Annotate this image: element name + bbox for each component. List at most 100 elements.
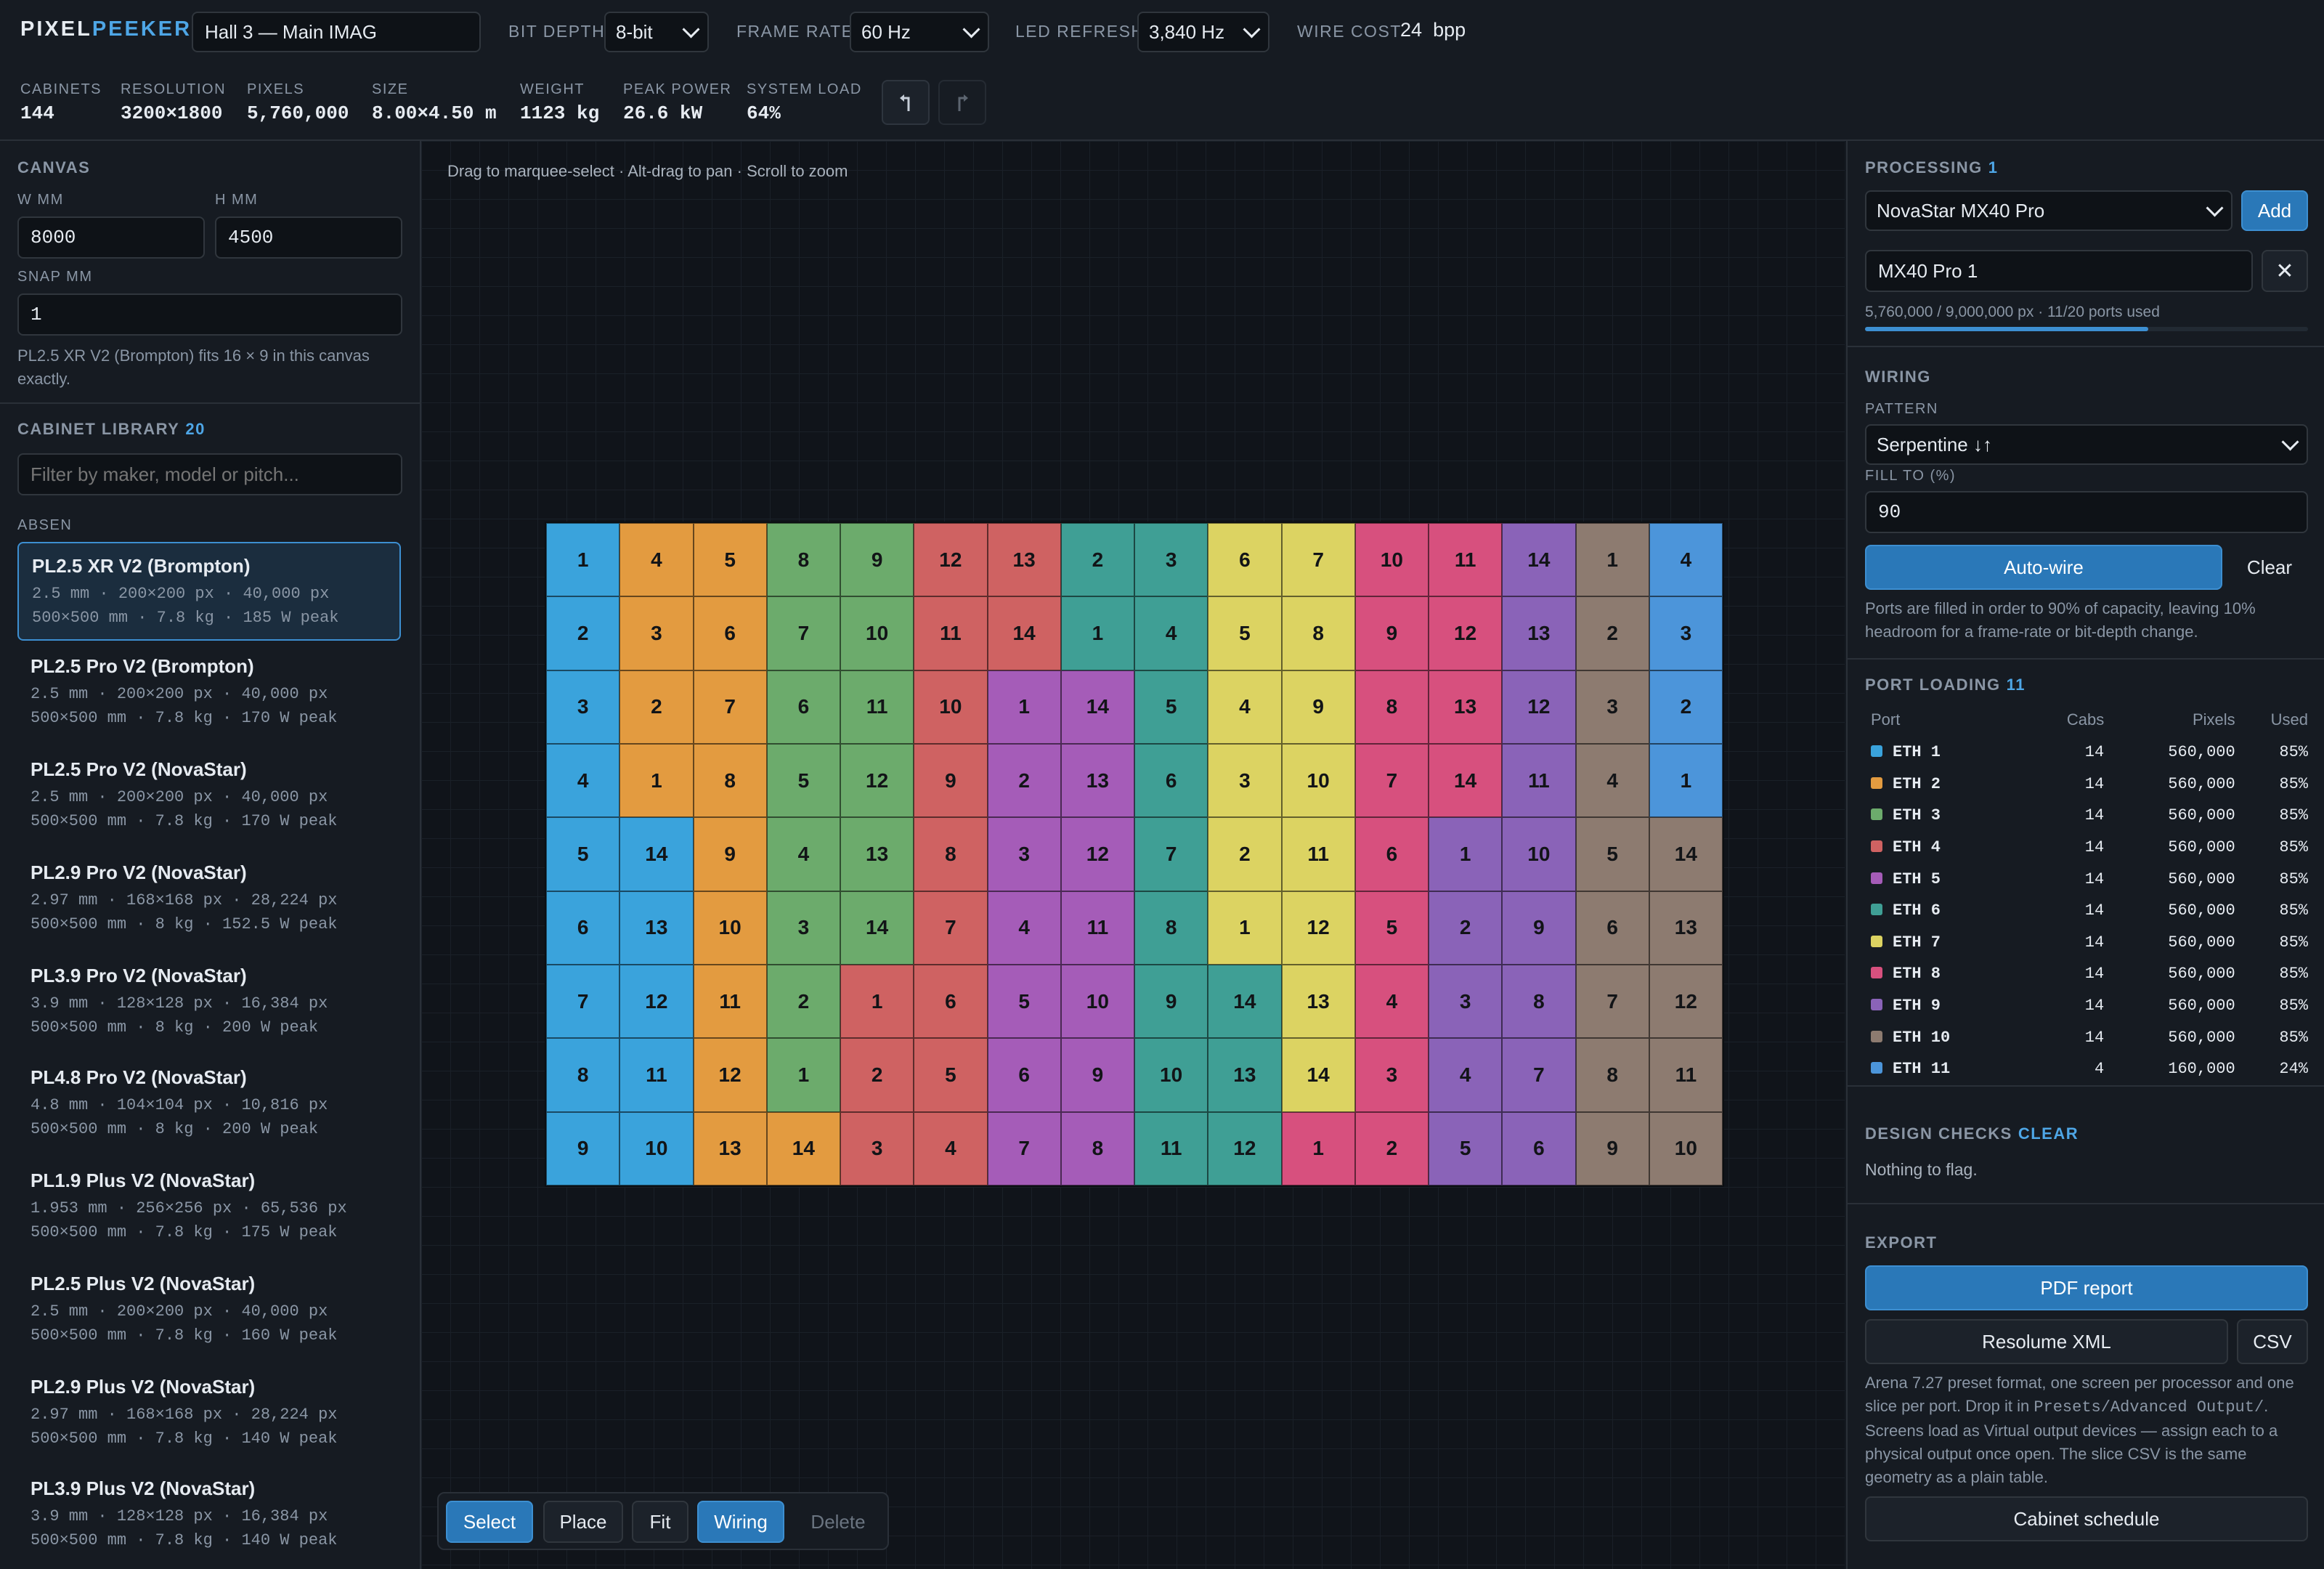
cabinet-cell[interactable]: 1 <box>1060 596 1134 670</box>
cabinet-cell[interactable]: 11 <box>840 670 914 744</box>
cabinet-cell[interactable]: 5 <box>1354 891 1429 965</box>
cabinet-cell[interactable]: 13 <box>987 523 1061 597</box>
cabinet-cell[interactable]: 2 <box>619 670 694 744</box>
cabinet-cell[interactable]: 1 <box>840 965 914 1039</box>
cabinet-schedule-button[interactable]: Cabinet schedule <box>1865 1496 2308 1541</box>
cabinet-cell[interactable]: 13 <box>1060 744 1134 818</box>
cabinet-cell[interactable]: 10 <box>1134 1038 1208 1112</box>
csv-export-button[interactable]: CSV <box>2237 1319 2308 1364</box>
cabinet-cell[interactable]: 8 <box>1354 670 1429 744</box>
cabinet-cell[interactable]: 13 <box>1281 965 1355 1039</box>
cabinet-cell[interactable]: 13 <box>1429 670 1503 744</box>
led-refresh-select[interactable]: 3,840 Hz <box>1137 12 1269 52</box>
cabinet-cell[interactable]: 7 <box>693 670 767 744</box>
cabinet-cell[interactable]: 6 <box>1575 891 1649 965</box>
library-item[interactable]: PL2.5 Pro V2 (NovaStar) 2.5 mm · 200×200 … <box>17 747 401 846</box>
cabinet-cell[interactable]: 7 <box>1134 817 1208 891</box>
cabinet-cell[interactable]: 14 <box>1208 965 1282 1039</box>
cabinet-cell[interactable]: 14 <box>619 817 694 891</box>
cabinet-cell[interactable]: 10 <box>1281 744 1355 818</box>
cabinet-cell[interactable]: 6 <box>914 965 988 1039</box>
cabinet-cell[interactable]: 3 <box>1429 965 1503 1039</box>
cabinet-cell[interactable]: 8 <box>1134 891 1208 965</box>
cabinet-cell[interactable]: 14 <box>766 1111 840 1185</box>
library-item[interactable]: PL3.9 Pro V2 (NovaStar) 3.9 mm · 128×128 … <box>17 953 401 1052</box>
cabinet-cell[interactable]: 6 <box>1502 1111 1576 1185</box>
cabinet-cell[interactable]: 1 <box>1208 891 1282 965</box>
cabinet-cell[interactable]: 5 <box>1134 670 1208 744</box>
cabinet-cell[interactable]: 7 <box>1354 744 1429 818</box>
fit-button[interactable]: Fit <box>632 1501 688 1543</box>
cabinet-cell[interactable]: 6 <box>1134 744 1208 818</box>
wiring-pattern-select[interactable]: Serpentine ↓↑ <box>1865 424 2308 465</box>
cabinet-cell[interactable]: 3 <box>619 596 694 670</box>
cabinet-cell[interactable]: 2 <box>1060 523 1134 597</box>
cabinet-cell[interactable]: 3 <box>766 891 840 965</box>
cabinet-cell[interactable]: 5 <box>1429 1111 1503 1185</box>
cabinet-cell[interactable]: 11 <box>1429 523 1503 597</box>
cabinet-cell[interactable]: 4 <box>914 1111 988 1185</box>
cabinet-cell[interactable]: 3 <box>1649 596 1723 670</box>
project-name-input[interactable] <box>192 12 481 52</box>
cabinet-cell[interactable]: 2 <box>1429 891 1503 965</box>
wiring-tool-button[interactable]: Wiring <box>697 1501 784 1543</box>
cabinet-cell[interactable]: 14 <box>1429 744 1503 818</box>
library-item[interactable]: PL3.9 Plus V2 (NovaStar) 3.9 mm · 128×128… <box>17 1466 401 1565</box>
cabinet-cell[interactable]: 6 <box>1354 817 1429 891</box>
cabinet-cell[interactable]: 3 <box>840 1111 914 1185</box>
cabinet-cell[interactable]: 8 <box>1281 596 1355 670</box>
cabinet-cell[interactable]: 3 <box>1354 1038 1429 1112</box>
cabinet-cell[interactable]: 5 <box>546 817 620 891</box>
cabinet-cell[interactable]: 6 <box>766 670 840 744</box>
place-tool-button[interactable]: Place <box>543 1501 623 1543</box>
library-item[interactable]: PL2.5 Plus V2 (NovaStar) 2.5 mm · 200×200… <box>17 1261 401 1360</box>
cabinet-cell[interactable]: 12 <box>1208 1111 1282 1185</box>
cabinet-cell[interactable]: 9 <box>693 817 767 891</box>
pdf-report-button[interactable]: PDF report <box>1865 1265 2308 1310</box>
cabinet-cell[interactable]: 1 <box>1281 1111 1355 1185</box>
cabinet-cell[interactable]: 4 <box>1429 1038 1503 1112</box>
cabinet-cell[interactable]: 10 <box>619 1111 694 1185</box>
bit-depth-select[interactable]: 8-bit <box>604 12 709 52</box>
library-filter-input[interactable] <box>17 453 402 495</box>
library-item[interactable]: PL1.9 Plus V2 (NovaStar) 1.953 mm · 256×2… <box>17 1158 401 1257</box>
cabinet-cell[interactable]: 5 <box>1208 596 1282 670</box>
cabinet-cell[interactable]: 6 <box>693 596 767 670</box>
cabinet-cell[interactable]: 3 <box>987 817 1061 891</box>
resolume-xml-button[interactable]: Resolume XML <box>1865 1319 2228 1364</box>
cabinet-cell[interactable]: 4 <box>1575 744 1649 818</box>
cabinet-cell[interactable]: 9 <box>914 744 988 818</box>
cabinet-cell[interactable]: 12 <box>1649 965 1723 1039</box>
snap-input[interactable]: 1 <box>17 293 402 336</box>
cabinet-cell[interactable]: 6 <box>987 1038 1061 1112</box>
cabinet-cell[interactable]: 12 <box>1281 891 1355 965</box>
cabinet-cell[interactable]: 7 <box>1502 1038 1576 1112</box>
cabinet-cell[interactable]: 12 <box>1429 596 1503 670</box>
cabinet-cell[interactable]: 8 <box>1575 1038 1649 1112</box>
cabinet-cell[interactable]: 9 <box>1575 1111 1649 1185</box>
cabinet-cell[interactable]: 8 <box>693 744 767 818</box>
fill-percent-input[interactable]: 90 <box>1865 491 2308 533</box>
cabinet-cell[interactable]: 2 <box>987 744 1061 818</box>
undo-button[interactable] <box>882 80 930 125</box>
cabinet-cell[interactable]: 4 <box>1649 523 1723 597</box>
cabinet-cell[interactable]: 13 <box>619 891 694 965</box>
cabinet-cell[interactable]: 6 <box>546 891 620 965</box>
cabinet-cell[interactable]: 9 <box>546 1111 620 1185</box>
cabinet-cell[interactable]: 4 <box>1208 670 1282 744</box>
cabinet-cell[interactable]: 14 <box>1281 1038 1355 1112</box>
cabinet-cell[interactable]: 12 <box>1060 817 1134 891</box>
cabinet-cell[interactable]: 12 <box>693 1038 767 1112</box>
cabinet-cell[interactable]: 14 <box>1502 523 1576 597</box>
redo-button[interactable] <box>938 80 986 125</box>
cabinet-cell[interactable]: 11 <box>619 1038 694 1112</box>
cabinet-cell[interactable]: 11 <box>1060 891 1134 965</box>
cabinet-cell[interactable]: 13 <box>1502 596 1576 670</box>
cabinet-cell[interactable]: 11 <box>1134 1111 1208 1185</box>
cabinet-cell[interactable]: 3 <box>546 670 620 744</box>
cabinet-cell[interactable]: 13 <box>1649 891 1723 965</box>
cabinet-cell[interactable]: 5 <box>693 523 767 597</box>
cabinet-cell[interactable]: 3 <box>1575 670 1649 744</box>
cabinet-cell[interactable]: 1 <box>619 744 694 818</box>
cabinet-cell[interactable]: 2 <box>1354 1111 1429 1185</box>
